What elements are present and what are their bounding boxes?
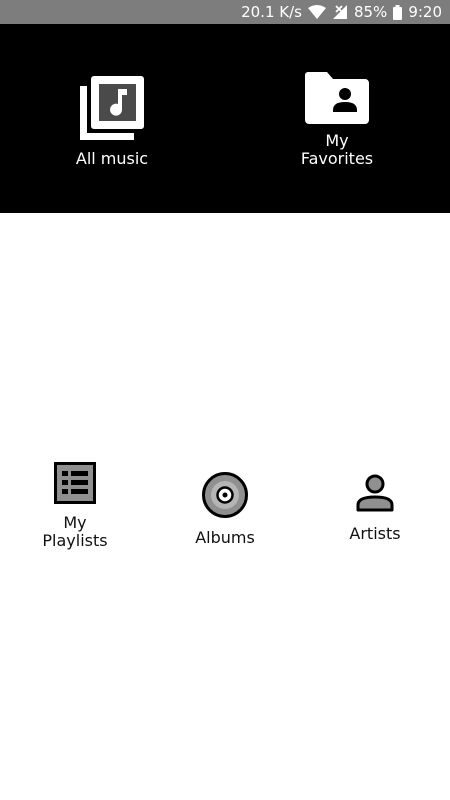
status-bar-right: 20.1 K/s 85% 9:20	[241, 2, 442, 22]
artists-button[interactable]: Artists	[324, 474, 426, 543]
clock: 9:20	[408, 3, 442, 21]
favorites-folder-icon	[305, 72, 369, 128]
albums-label: Albums	[195, 528, 255, 547]
battery-percent: 85%	[353, 3, 388, 21]
all-music-button[interactable]: All music	[62, 76, 162, 168]
no-signal-icon	[332, 4, 348, 20]
status-bar: 20.1 K/s 85% 9:20	[0, 0, 450, 24]
my-playlists-label: My Playlists	[42, 513, 108, 550]
albums-button[interactable]: Albums	[174, 471, 276, 547]
artist-person-icon	[355, 474, 395, 516]
all-music-label: All music	[75, 149, 149, 168]
music-library-icon	[80, 76, 144, 144]
playlist-icon	[54, 462, 96, 508]
battery-icon	[393, 4, 403, 20]
album-disc-icon	[201, 471, 249, 523]
wifi-icon	[307, 5, 326, 19]
network-speed: 20.1 K/s	[241, 3, 302, 21]
my-favorites-label: My Favorites	[300, 131, 374, 168]
my-playlists-button[interactable]: My Playlists	[24, 462, 126, 550]
my-favorites-button[interactable]: My Favorites	[287, 72, 387, 168]
artists-label: Artists	[349, 524, 401, 543]
top-panel: All music My Favorites	[0, 24, 450, 213]
